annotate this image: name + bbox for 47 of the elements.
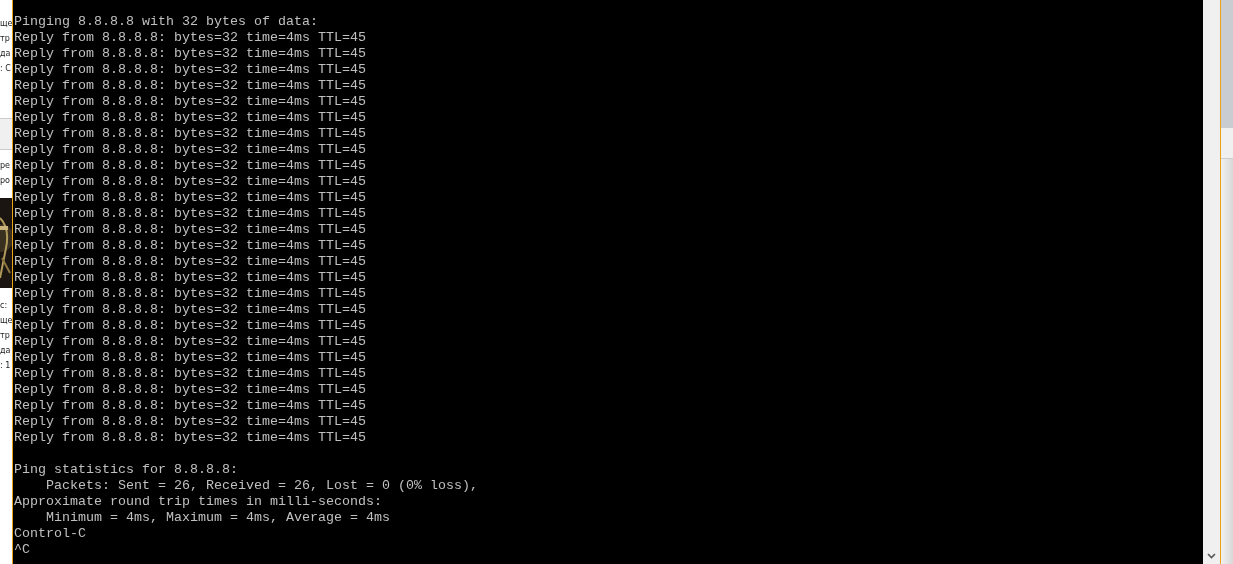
scrollbar[interactable] [1203,0,1221,564]
console-line: Reply from 8.8.8.8: bytes=32 time=4ms TTL=45 [14,238,366,254]
console-line: Minimum = 4ms, Maximum = 4ms, Average = 4ms [45,510,390,526]
console-line: Reply from 8.8.8.8: bytes=32 time=4ms TTL=45 [14,142,366,158]
console-line: Reply from 8.8.8.8: bytes=32 time=4ms TTL=45 [14,110,366,126]
console-line: Ping statistics for 8.8.8.8: [14,462,238,478]
console-line: Reply from 8.8.8.8: bytes=32 time=4ms TTL=45 [14,62,366,78]
text-fragment: да [0,48,11,60]
text-fragment: ре [0,160,10,172]
text-fragment: да [0,345,11,357]
text-fragment: ще [0,315,12,327]
console-line: Control-C [14,526,86,542]
text-fragment: ще [0,18,12,30]
text-fragment: с: [0,300,8,312]
console-line: Packets: Sent = 26, Received = 26, Lost = 0 (0% loss), [45,478,478,494]
console-line: Reply from 8.8.8.8: bytes=32 time=4ms TTL=45 [14,382,366,398]
text-fragment: ро [0,175,10,187]
console-line: Reply from 8.8.8.8: bytes=32 time=4ms TTL=45 [14,46,366,62]
console-line: Reply from 8.8.8.8: bytes=32 time=4ms TTL=45 [14,350,366,366]
text-fragment: : С [0,63,11,75]
text-fragment: : 1 [0,360,11,372]
console-line: Reply from 8.8.8.8: bytes=32 time=4ms TTL=45 [14,78,366,94]
console-line: Reply from 8.8.8.8: bytes=32 time=4ms TTL=45 [14,126,366,142]
text-fragment: тр [0,33,10,45]
console-line: Reply from 8.8.8.8: bytes=32 time=4ms TTL=45 [14,270,366,286]
console-line: Reply from 8.8.8.8: bytes=32 time=4ms TTL=45 [14,398,366,414]
console-line: Reply from 8.8.8.8: bytes=32 time=4ms TTL=45 [14,302,366,318]
console-line: Reply from 8.8.8.8: bytes=32 time=4ms TTL=45 [14,222,366,238]
console-line: Approximate round trip times in milli-seconds: [14,494,382,510]
console-line: Reply from 8.8.8.8: bytes=32 time=4ms TTL=45 [14,158,366,174]
console-line: Reply from 8.8.8.8: bytes=32 time=4ms TTL=45 [14,414,366,430]
console-line: Reply from 8.8.8.8: bytes=32 time=4ms TTL=45 [14,286,366,302]
console-line: Reply from 8.8.8.8: bytes=32 time=4ms TTL=45 [14,430,366,446]
console-line: Reply from 8.8.8.8: bytes=32 time=4ms TTL=45 [14,254,366,270]
console-line: Reply from 8.8.8.8: bytes=32 time=4ms TTL=45 [14,366,366,382]
console-line: Reply from 8.8.8.8: bytes=32 time=4ms TTL=45 [14,318,366,334]
console-line: Reply from 8.8.8.8: bytes=32 time=4ms TTL=45 [14,174,366,190]
console-line: Reply from 8.8.8.8: bytes=32 time=4ms TTL=45 [14,206,366,222]
console-line: Pinging 8.8.8.8 with 32 bytes of data: [14,14,318,30]
console-line: ^C [14,542,30,558]
console-line: Reply from 8.8.8.8: bytes=32 time=4ms TTL=45 [14,30,366,46]
console-line: Reply from 8.8.8.8: bytes=32 time=4ms TTL=45 [14,334,366,350]
toolbar-strip [0,118,12,150]
text-fragment: тр [0,330,10,342]
chevron-down-icon[interactable] [1207,553,1216,559]
console-line: Reply from 8.8.8.8: bytes=32 time=4ms TTL=45 [14,94,366,110]
console-line: Reply from 8.8.8.8: bytes=32 time=4ms TTL=45 [14,190,366,206]
